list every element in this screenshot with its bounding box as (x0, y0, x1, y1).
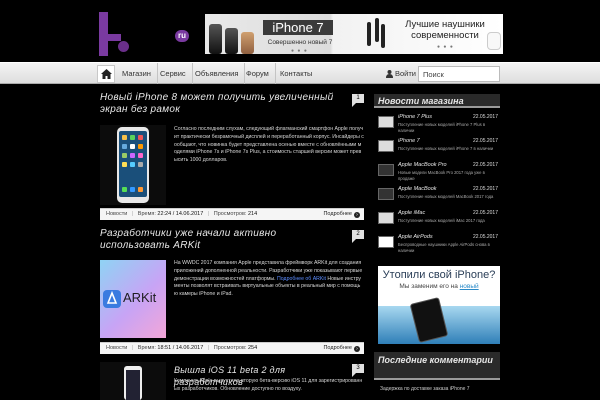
banner-headphones-title: Лучшие наушники современности (405, 19, 485, 41)
news-snippet: Поступление новых моделей iPhone 7 в нал… (398, 146, 494, 151)
banner-iphone-title: iPhone 7 (263, 20, 333, 35)
post-thumbnail[interactable] (100, 362, 166, 400)
news-thumbnail (378, 116, 394, 128)
post-title[interactable]: Новый iPhone 8 может получить увеличенны… (100, 92, 346, 116)
arrow-right-icon: › (354, 346, 360, 352)
post-time-label: Время: (137, 345, 156, 351)
post-thumbnail[interactable]: ARKit (100, 260, 166, 338)
news-thumbnail (378, 212, 394, 224)
ad-subtitle: Мы заменим его на новый (399, 283, 479, 290)
post-excerpt: Компания Apple выпустила вторую бета-вер… (174, 378, 363, 392)
store-news-item[interactable]: Apple MacBook Pro 22.05.2017 Новые модел… (378, 162, 498, 184)
sidebar-comments-heading: Последние комментарии (374, 352, 500, 380)
read-more-link[interactable]: Подробнее › (323, 343, 360, 354)
login-label: Войти (395, 69, 416, 78)
nav-item-ads[interactable]: Объявления (189, 63, 246, 84)
post-views-label: Просмотров: (213, 345, 247, 351)
post-excerpt: На WWDC 2017 компания Apple представила … (174, 260, 363, 298)
post-category[interactable]: Новости (106, 345, 127, 351)
site-logo[interactable] (92, 12, 144, 56)
post-excerpt: Согласно последним слухам, следующий фла… (174, 126, 364, 164)
news-thumbnail (378, 236, 394, 248)
news-date: 22.05.2017 (472, 234, 498, 240)
nav-item-service[interactable]: Сервис (154, 63, 193, 84)
store-news-item[interactable]: iPhone 7 Plus 22.05.2017 Поступление нов… (378, 114, 498, 136)
post-time-label: Время: (137, 211, 156, 217)
arkit-label: ARKit (123, 290, 157, 305)
news-date: 22.05.2017 (472, 138, 498, 144)
login-link[interactable]: Войти (386, 63, 416, 84)
nav-item-forum[interactable]: Форум (240, 63, 276, 84)
store-news-item[interactable]: Apple MacBook 22.05.2017 Поступление нов… (378, 186, 498, 208)
post-time: 22:24 / 14.06.2017 (157, 211, 204, 217)
news-thumbnail (378, 164, 394, 176)
user-icon (386, 70, 393, 78)
news-date: 22.05.2017 (472, 186, 498, 192)
comment-count-badge[interactable]: 1 (352, 94, 364, 107)
store-news-item[interactable]: Apple AirPods 22.05.2017 Беспроводные на… (378, 234, 498, 256)
iphone-image (117, 127, 149, 203)
news-title: Apple iMac (398, 210, 426, 216)
news-title: iPhone 7 Plus (398, 114, 432, 120)
header-banner[interactable]: iPhone 7 Совершенно новый 7 ● ● ● Лучшие… (205, 14, 503, 54)
banner-iphone-subtitle: Совершенно новый 7 (267, 39, 333, 46)
post-views-label: Просмотров: (213, 211, 247, 217)
news-snippet: Поступление новых моделей iMac 2017 года (398, 218, 485, 223)
nav-item-shop[interactable]: Магазин (116, 63, 158, 84)
news-snippet: Поступление новых моделей iPhone 7 Plus … (398, 122, 486, 133)
banner-dots: ● ● ● (291, 48, 308, 54)
iphone-image (124, 366, 142, 400)
store-news-item[interactable]: Apple iMac 22.05.2017 Поступление новых … (378, 210, 498, 232)
site-header: ru iPhone 7 Совершенно новый 7 ● ● ● Луч… (0, 0, 600, 62)
news-title: Apple AirPods (398, 234, 433, 240)
news-snippet: Поступление новых моделей MacBook 2017 г… (398, 194, 494, 199)
post-views: 254 (247, 345, 258, 351)
iphone-image (209, 20, 255, 54)
news-title: Apple MacBook (398, 186, 437, 192)
news-date: 22.05.2017 (472, 114, 498, 120)
post-meta-bar: Новости | Время: 18:51 / 14.06.2017 | Пр… (100, 342, 364, 354)
search-input[interactable] (418, 66, 500, 82)
home-icon (101, 69, 112, 79)
ad-title: Утопили свой iPhone? (382, 269, 496, 281)
comment-count-badge[interactable]: 3 (352, 364, 364, 377)
nav-item-contacts[interactable]: Контакты (274, 63, 318, 84)
news-title: iPhone 7 (398, 138, 420, 144)
comment-count-badge[interactable]: 2 (352, 230, 364, 243)
logo-domain-badge: ru (175, 30, 189, 42)
arrow-right-icon: › (354, 212, 360, 218)
post-views: 214 (247, 211, 258, 217)
comment-preview[interactable]: Задержка по доставке заказа iPhone 7 (380, 386, 500, 392)
airpods-case-image (487, 32, 501, 50)
news-feed: Новый iPhone 8 может получить увеличенны… (100, 92, 364, 400)
home-button[interactable] (97, 65, 115, 83)
main-nav: Магазин Сервис Объявления Форум Контакты… (0, 62, 600, 84)
headphones-image (363, 18, 387, 50)
news-date: 22.05.2017 (472, 162, 498, 168)
sidebar-ad-banner[interactable]: Утопили свой iPhone? Мы заменим его на н… (378, 266, 500, 344)
news-thumbnail (378, 188, 394, 200)
post-category[interactable]: Новости (106, 211, 127, 217)
post-time: 18:51 / 14.06.2017 (157, 345, 204, 351)
read-more-link[interactable]: Подробнее › (323, 209, 360, 220)
post-title[interactable]: Разработчики уже начали активно использо… (100, 228, 346, 252)
post-inline-link[interactable]: Подробнее об ARKit (277, 276, 326, 282)
post-thumbnail[interactable] (100, 125, 166, 205)
banner-dots: ● ● ● (437, 44, 454, 50)
news-date: 22.05.2017 (472, 210, 498, 216)
news-snippet: Беспроводные наушники Apple AirPods снов… (398, 242, 490, 253)
store-news-item[interactable]: iPhone 7 22.05.2017 Поступление новых мо… (378, 138, 498, 160)
sidebar-news-heading: Новости магазина (374, 94, 500, 108)
news-title: Apple MacBook Pro (398, 162, 447, 168)
news-snippet: Новые модели MacBook Pro 2017 года уже в… (398, 170, 485, 181)
post-meta-bar: Новости | Время: 22:24 / 14.06.2017 | Пр… (100, 208, 364, 220)
news-thumbnail (378, 140, 394, 152)
